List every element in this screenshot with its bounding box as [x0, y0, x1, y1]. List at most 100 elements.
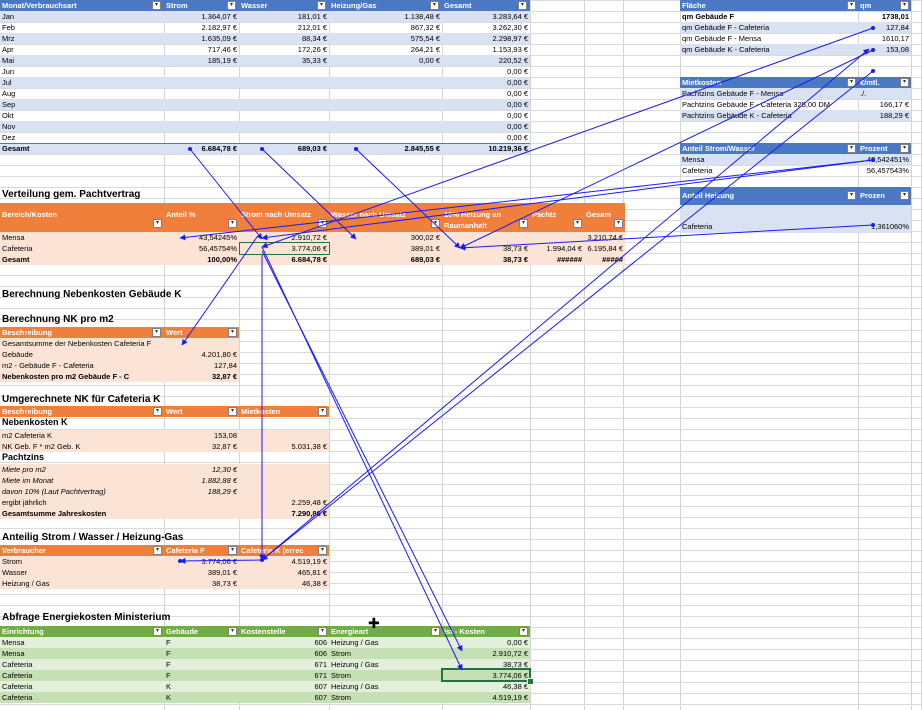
abfrage-header-0[interactable]: Einrichtung [0, 626, 164, 637]
verteilung-header-5[interactable]: Pachtz [530, 209, 572, 231]
umgerechnet-cell[interactable] [239, 486, 329, 497]
mietkosten-cell[interactable]: Pachtzins Gebäude F - Mensa [680, 88, 858, 99]
table1-cell[interactable]: 575,54 € [329, 33, 442, 44]
anteil-sw-cell[interactable]: 56,457543% [858, 165, 911, 176]
anteilig-cell[interactable]: 465,81 € [239, 567, 329, 578]
verteilung-total-cell[interactable]: ##### [584, 254, 625, 265]
table1-cell[interactable]: Jul [0, 77, 164, 88]
table1-cell[interactable] [164, 99, 239, 110]
filter-dropdown-icon[interactable]: ▾ [518, 1, 527, 10]
flaeche-cell[interactable]: 1610,17 [858, 33, 911, 44]
filter-dropdown-icon[interactable]: ▾ [431, 219, 440, 228]
table1-cell[interactable]: 0,00 € [442, 132, 530, 143]
filter-dropdown-icon[interactable]: ▾ [900, 78, 909, 87]
filter-dropdown-icon[interactable]: ▾ [573, 219, 582, 228]
abfrage-cell[interactable]: 606 [239, 648, 329, 659]
verteilung-cell[interactable]: 6.195,84 € [584, 243, 625, 254]
flaeche-cell[interactable]: 1738,01 [858, 11, 911, 22]
abfrage-cell[interactable]: Heizung / Gas [329, 659, 442, 670]
table1-cell[interactable]: 0,00 € [442, 121, 530, 132]
nk-cell[interactable]: m2 - Gebäude F - Cafeteria [0, 360, 164, 371]
verteilung-cell[interactable]: 43,54245% [164, 232, 239, 243]
abfrage-header-3[interactable]: Energieart [329, 626, 442, 637]
filter-dropdown-icon[interactable]: ▾ [228, 407, 237, 416]
nk-header-0[interactable]: Beschreibung [0, 327, 164, 338]
filter-dropdown-icon[interactable]: ▾ [228, 328, 237, 337]
anteil-sw-header-0[interactable]: Anteil Strom/Wasser [680, 143, 858, 154]
anteil-heizung-header-0[interactable]: Anteil Heizung [680, 187, 858, 205]
verteilung-header-3[interactable]: Wasser nach Umsatz [329, 209, 430, 231]
nk-cell[interactable]: 4.201,80 € [164, 349, 239, 360]
table1-cell[interactable]: 1.635,09 € [164, 33, 239, 44]
umgerechnet-subheading[interactable]: Pachtzins [0, 452, 164, 463]
table1-cell[interactable]: Jun [0, 66, 164, 77]
abfrage-cell[interactable]: F [164, 670, 239, 681]
verteilung-header-0[interactable]: Bereich/Kosten [0, 209, 152, 231]
table1-cell[interactable] [329, 110, 442, 121]
table1-cell[interactable]: Aug [0, 88, 164, 99]
filter-dropdown-icon[interactable]: ▾ [152, 328, 161, 337]
anteilig-cell[interactable]: 38,73 € [164, 578, 239, 589]
filter-dropdown-icon[interactable]: ▾ [847, 1, 856, 10]
table1-cell[interactable]: 1.364,07 € [164, 11, 239, 22]
abfrage-cell[interactable]: K [164, 692, 239, 703]
verteilung-cell[interactable]: 56,45754% [164, 243, 239, 254]
table1-cell[interactable]: 867,32 € [329, 22, 442, 33]
umgerechnet-total-cell[interactable]: 7.290,86 € [239, 508, 329, 519]
flaeche-cell[interactable]: 127,84 [858, 22, 911, 33]
anteil-heizung-cell[interactable]: 1,361060% [858, 221, 911, 232]
umgerechnet-cell[interactable]: 1.882,88 € [164, 475, 239, 486]
table1-cell[interactable] [239, 99, 329, 110]
filter-dropdown-icon[interactable]: ▾ [847, 191, 856, 200]
mietkosten-cell[interactable]: ./. [858, 88, 911, 99]
active-cell-selection[interactable] [441, 668, 531, 682]
table1-cell[interactable]: 2.298,97 € [442, 33, 530, 44]
umgerechnet-cell[interactable]: Miete pro m2 [0, 464, 164, 475]
table1-cell[interactable] [239, 121, 329, 132]
table1-total-cell[interactable]: 10.219,36 € [442, 143, 530, 154]
filter-dropdown-icon[interactable]: ▾ [152, 1, 161, 10]
table1-total-cell[interactable]: 2.845,55 € [329, 143, 442, 154]
filter-dropdown-icon[interactable]: ▾ [227, 1, 236, 10]
nk-cell[interactable]: Gebäude [0, 349, 164, 360]
filter-dropdown-icon[interactable]: ▾ [519, 627, 528, 636]
table1-cell[interactable]: 0,00 € [442, 66, 530, 77]
nk-cell[interactable] [164, 338, 239, 349]
umgerechnet-cell[interactable]: Miete im Monat [0, 475, 164, 486]
flaeche-cell[interactable]: qm Gebäude F - Cafeteria [680, 22, 858, 33]
anteilig-header-0[interactable]: Verbraucher [0, 545, 164, 556]
verteilung-total-cell[interactable]: Gesamt [0, 254, 164, 265]
table1-cell[interactable]: Okt [0, 110, 164, 121]
verteilung-cell[interactable]: 1.994,04 € [530, 243, 584, 254]
nk-total-value[interactable]: 32,87 € [164, 371, 239, 382]
anteilig-cell[interactable]: Heizung / Gas [0, 578, 164, 589]
table1-cell[interactable]: 35,33 € [239, 55, 329, 66]
abfrage-cell[interactable]: Heizung / Gas [329, 637, 442, 648]
flaeche-cell[interactable]: 153,08 [858, 44, 911, 55]
filter-dropdown-icon[interactable]: ▾ [228, 627, 237, 636]
table1-cell[interactable]: Dez [0, 132, 164, 143]
abfrage-cell[interactable]: Mensa [0, 637, 164, 648]
table1-cell[interactable]: 172,26 € [239, 44, 329, 55]
table1-cell[interactable] [239, 110, 329, 121]
flaeche-header-0[interactable]: Fläche [680, 0, 858, 11]
table1-cell[interactable]: 264,21 € [329, 44, 442, 55]
abfrage-cell[interactable]: 671 [239, 659, 329, 670]
table1-header-3[interactable]: Heizung/Gas [329, 0, 442, 11]
anteilig-cell[interactable]: 4.519,19 € [239, 556, 329, 567]
verteilung-header-6[interactable]: Gesam [584, 209, 613, 231]
filter-dropdown-icon[interactable]: ▾ [228, 546, 237, 555]
abfrage-cell[interactable]: 0,00 € [442, 637, 530, 648]
filter-dropdown-icon[interactable]: ▾ [318, 546, 327, 555]
table1-cell[interactable]: 181,01 € [239, 11, 329, 22]
filter-dropdown-icon[interactable]: ▾ [847, 78, 856, 87]
mietkosten-cell[interactable]: 166,17 € [858, 99, 911, 110]
mietkosten-cell[interactable]: 188,29 € [858, 110, 911, 121]
anteil-heizung-cell[interactable]: Cafeteria [680, 221, 858, 232]
anteilig-cell[interactable]: Strom [0, 556, 164, 567]
table1-cell[interactable]: 0,00 € [442, 77, 530, 88]
table1-total-cell[interactable]: Gesamt [0, 143, 164, 154]
table1-cell[interactable]: 1.138,48 € [329, 11, 442, 22]
abfrage-cell[interactable]: Cafeteria [0, 659, 164, 670]
umgerechnet-cell[interactable] [164, 497, 239, 508]
